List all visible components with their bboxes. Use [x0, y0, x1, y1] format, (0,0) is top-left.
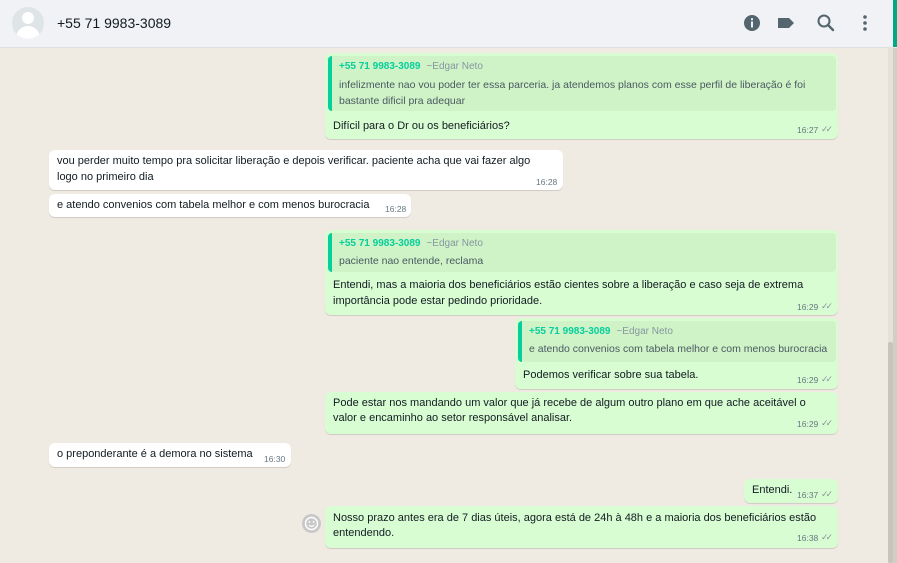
double-check-icon: ✓✓: [821, 374, 833, 384]
message-outgoing[interactable]: Entendi. 16:37 ✓✓: [744, 479, 838, 503]
menu-icon[interactable]: [854, 12, 876, 34]
message-incoming[interactable]: o preponderante é a demora no sistema 16…: [49, 443, 291, 467]
message-outgoing[interactable]: +55 71 9983-3089 ~Edgar Neto e atendo con…: [515, 318, 838, 389]
double-check-icon: ✓✓: [821, 489, 833, 499]
double-check-icon: ✓✓: [821, 418, 833, 428]
quoted-author: +55 71 9983-3089 ~Edgar Neto: [339, 238, 483, 249]
message-text: importância pode estar pedindo prioridad…: [333, 295, 543, 307]
quoted-message[interactable]: +55 71 9983-3089 ~Edgar Neto paciente nao…: [328, 233, 836, 272]
message-incoming[interactable]: vou perder muito tempo pra solicitar lib…: [49, 150, 563, 190]
quoted-text: infelizmente nao vou poder ter essa parc…: [339, 79, 806, 91]
message-outgoing[interactable]: +55 71 9983-3089 ~Edgar Neto infelizmente…: [325, 53, 838, 139]
message-outgoing[interactable]: Pode estar nos mandando um valor que já …: [325, 392, 838, 434]
avatar-head: [22, 12, 34, 24]
chat-header: +55 71 9983-3089: [0, 0, 893, 48]
message-time: 16:29: [797, 302, 819, 312]
quoted-author: +55 71 9983-3089 ~Edgar Neto: [529, 326, 673, 337]
quoted-text: paciente nao entende, reclama: [339, 255, 484, 267]
message-text: Entendi.: [752, 484, 793, 496]
search-icon[interactable]: [815, 12, 837, 34]
message-text: logo no primeiro dia: [57, 171, 154, 183]
quoted-text: e atendo convenios com tabela melhor e c…: [529, 343, 828, 355]
message-text: Difícil para o Dr ou os beneficiários?: [333, 120, 510, 132]
message-text: vou perder muito tempo pra solicitar lib…: [57, 155, 531, 167]
header-accent-bar: [893, 0, 897, 47]
message-time: 16:29: [797, 375, 819, 385]
message-text: o preponderante é a demora no sistema: [57, 448, 253, 460]
contact-name[interactable]: +55 71 9983-3089: [57, 15, 171, 31]
message-time: 16:30: [264, 454, 286, 464]
message-time: 16:28: [536, 177, 558, 187]
message-time: 16:38: [797, 533, 819, 543]
window-edge: [893, 48, 897, 563]
message-text: Entendi, mas a maioria dos beneficiários…: [333, 279, 804, 291]
message-time: 16:29: [797, 419, 819, 429]
message-time: 16:37: [797, 490, 819, 500]
message-outgoing[interactable]: Nosso prazo antes era de 7 dias úteis, a…: [325, 506, 838, 548]
message-text: valor e encaminho ao setor responsável a…: [333, 412, 573, 424]
double-check-icon: ✓✓: [821, 532, 833, 542]
message-time: 16:28: [385, 204, 407, 214]
quoted-text: bastante dificil pra adequar: [339, 95, 466, 107]
quoted-author: +55 71 9983-3089 ~Edgar Neto: [339, 61, 483, 72]
quoted-message[interactable]: +55 71 9983-3089 ~Edgar Neto infelizmente…: [328, 56, 836, 111]
message-text: Podemos verificar sobre sua tabela.: [523, 369, 699, 381]
react-emoji-button[interactable]: [302, 514, 321, 533]
avatar[interactable]: [12, 7, 44, 39]
message-text: e atendo convenios com tabela melhor e c…: [57, 199, 370, 211]
double-check-icon: ✓✓: [821, 301, 833, 311]
message-text: Pode estar nos mandando um valor que já …: [333, 397, 806, 409]
message-text: Nosso prazo antes era de 7 dias úteis, a…: [333, 512, 817, 524]
message-outgoing[interactable]: +55 71 9983-3089 ~Edgar Neto paciente nao…: [325, 230, 838, 315]
message-incoming[interactable]: e atendo convenios com tabela melhor e c…: [49, 194, 411, 217]
double-check-icon: ✓✓: [821, 124, 833, 134]
label-icon[interactable]: [775, 12, 797, 34]
quoted-message[interactable]: +55 71 9983-3089 ~Edgar Neto e atendo con…: [518, 321, 836, 362]
message-text: entendendo.: [333, 527, 395, 539]
avatar-body: [16, 26, 40, 39]
message-time: 16:27: [797, 125, 819, 135]
info-icon[interactable]: [741, 12, 763, 34]
